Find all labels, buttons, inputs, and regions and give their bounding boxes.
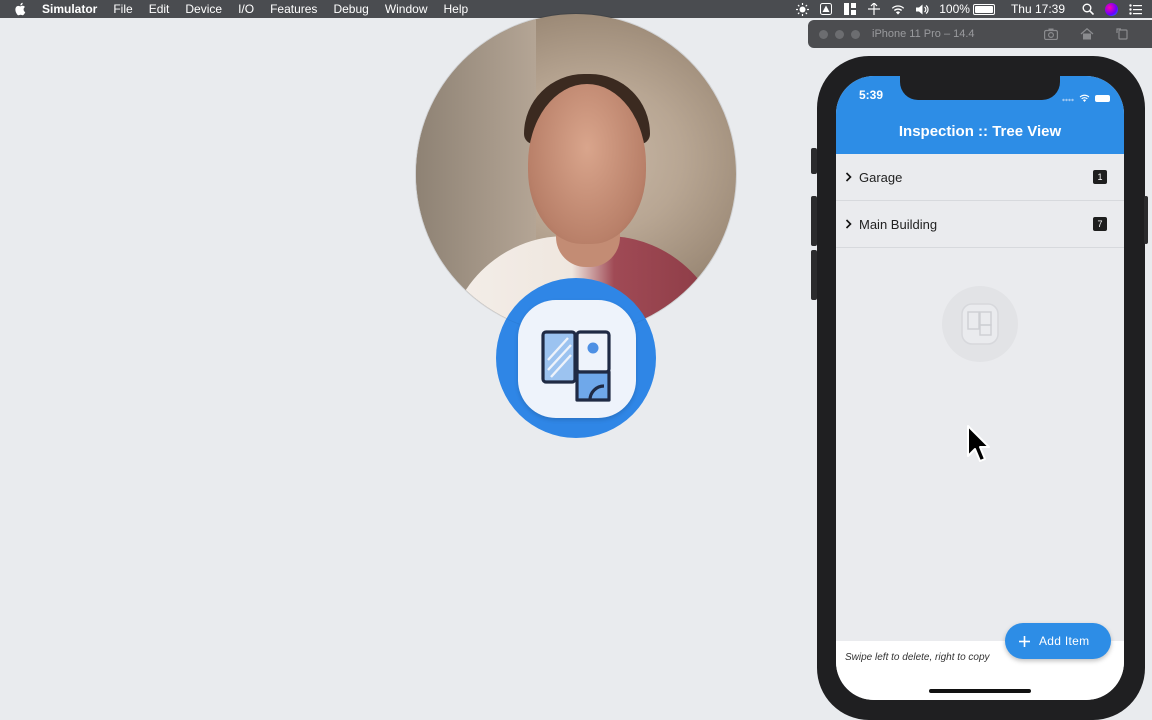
webcam-person-face	[528, 84, 646, 244]
menu-device[interactable]: Device	[185, 0, 222, 18]
simulator-titlebar[interactable]: iPhone 11 Pro – 14.4	[808, 20, 1152, 48]
battery-status[interactable]: 100%	[939, 0, 995, 18]
menu-clock[interactable]: Thu 17:39	[1011, 0, 1065, 18]
volume-down-button[interactable]	[811, 250, 817, 300]
empty-state-icon	[942, 286, 1018, 362]
battery-icon	[972, 3, 995, 15]
phone-notch	[900, 76, 1060, 100]
menu-app-name[interactable]: Simulator	[42, 0, 97, 18]
apple-icon[interactable]	[14, 2, 30, 16]
battery-percent: 100%	[939, 2, 970, 16]
mute-switch[interactable]	[811, 148, 817, 174]
wifi-icon[interactable]	[891, 2, 905, 16]
power-button[interactable]	[1144, 196, 1148, 244]
item-count-badge: 7	[1093, 217, 1107, 231]
tree-row-label: Main Building	[859, 216, 938, 232]
control-center-icon[interactable]	[1128, 2, 1142, 16]
floorplan-icon	[541, 330, 611, 402]
item-count-badge: 1	[1093, 170, 1107, 184]
status-icons	[1062, 89, 1110, 107]
status-time: 5:39	[859, 88, 884, 102]
network-icon[interactable]	[867, 2, 881, 16]
tree-row-garage[interactable]: Garage 1	[836, 154, 1124, 201]
volume-icon[interactable]	[915, 2, 929, 16]
mouse-cursor-icon	[966, 424, 992, 466]
tree-row-label: Garage	[859, 169, 903, 185]
page-title: Inspection :: Tree View	[898, 123, 1062, 140]
simulator-window-title: iPhone 11 Pro – 14.4	[872, 28, 975, 40]
close-window-button[interactable]	[819, 29, 828, 39]
chevron-right-icon[interactable]	[845, 219, 855, 229]
spotlight-search-icon[interactable]	[1081, 2, 1095, 16]
phone-screen: 5:39 Inspection :: Tree View Garage 1 Ma…	[836, 76, 1124, 700]
drive-icon[interactable]	[819, 2, 833, 16]
siri-icon[interactable]	[1105, 2, 1118, 16]
menu-debug[interactable]: Debug	[333, 0, 368, 18]
home-indicator[interactable]	[929, 689, 1031, 693]
plus-icon	[1019, 635, 1030, 647]
wifi-status-icon	[1079, 89, 1090, 107]
brightness-icon[interactable]	[795, 2, 809, 16]
add-item-button[interactable]: Add Item	[1005, 623, 1111, 659]
chevron-right-icon[interactable]	[845, 172, 855, 182]
menu-io[interactable]: I/O	[238, 0, 254, 18]
add-item-label: Add Item	[1039, 634, 1090, 648]
menu-features[interactable]: Features	[270, 0, 317, 18]
home-icon[interactable]	[1078, 25, 1096, 43]
cellular-icon	[1062, 89, 1074, 107]
menu-edit[interactable]: Edit	[149, 0, 170, 18]
zoom-window-button[interactable]	[851, 29, 860, 39]
volume-up-button[interactable]	[811, 196, 817, 246]
screenshot-icon[interactable]	[1042, 25, 1060, 43]
layout-icon[interactable]	[843, 2, 857, 16]
rotate-icon[interactable]	[1113, 25, 1131, 43]
tree-row-main-building[interactable]: Main Building 7	[836, 201, 1124, 248]
app-bar: 5:39 Inspection :: Tree View	[836, 76, 1124, 154]
status-battery-icon	[1095, 94, 1110, 102]
menu-file[interactable]: File	[113, 0, 132, 18]
swipe-hint-text: Swipe left to delete, right to copy	[845, 652, 990, 663]
minimize-window-button[interactable]	[835, 29, 844, 39]
menu-bar-status: 100% Thu 17:39	[795, 0, 1142, 18]
app-logo	[518, 300, 636, 418]
